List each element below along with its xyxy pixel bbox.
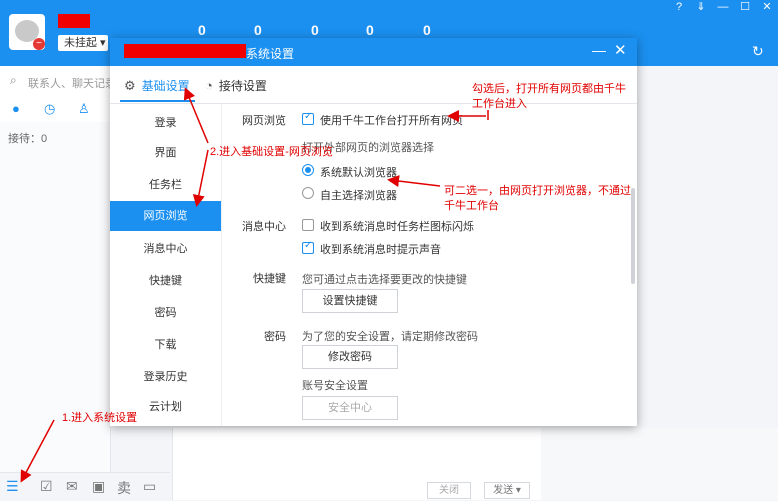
annotation-arrows [20, 87, 489, 483]
arrow-to-basic-tab [183, 87, 209, 144]
arrow-to-menu [20, 419, 55, 483]
arrow-to-radios [387, 175, 441, 188]
arrow-to-web-nav [192, 149, 209, 207]
